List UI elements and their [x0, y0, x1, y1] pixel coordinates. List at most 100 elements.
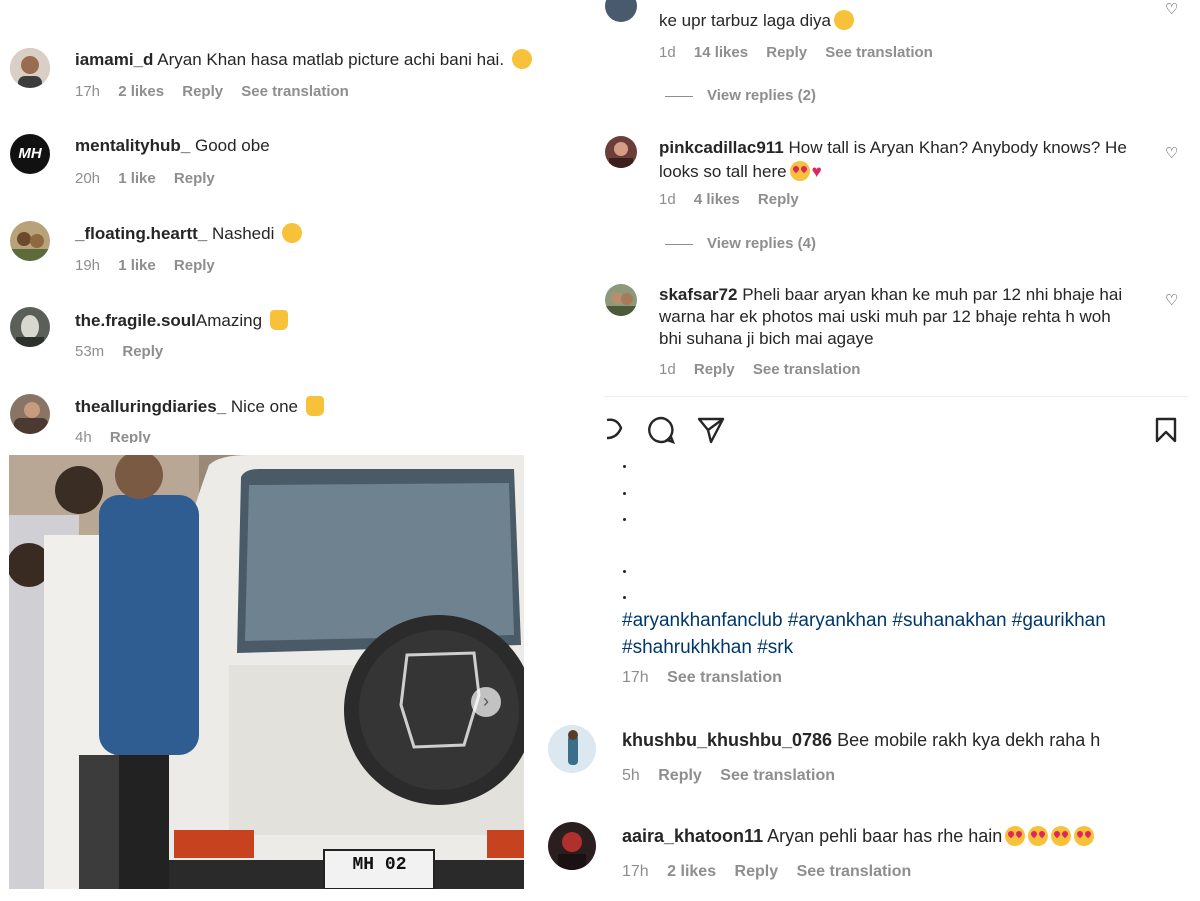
comment-likes[interactable]: 1 like	[118, 170, 156, 187]
avatar[interactable]	[10, 307, 50, 347]
hashtag-link[interactable]: #aryankhanfanclub #aryankhan #suhanakhan…	[622, 607, 1106, 634]
reply-button[interactable]: Reply	[735, 863, 779, 880]
comment-likes[interactable]: 1 like	[118, 257, 156, 274]
caption-time: 17h	[622, 669, 649, 686]
comment-username[interactable]: aaira_khatoon11	[622, 826, 763, 846]
avatar-image	[605, 136, 637, 168]
reply-button[interactable]: Reply	[174, 170, 215, 187]
see-translation-button[interactable]: See translation	[720, 767, 835, 784]
see-translation-button[interactable]: See translation	[241, 83, 349, 100]
comment-likes[interactable]: 4 likes	[694, 191, 740, 208]
comment-time: 19h	[75, 257, 101, 274]
avatar-image	[10, 394, 50, 434]
comment-time: 5h	[622, 767, 640, 784]
view-replies-button[interactable]: View replies (4)	[665, 235, 830, 252]
comment-text: looks so tall here	[659, 162, 787, 181]
caption-dot	[623, 518, 626, 521]
hashtag-link[interactable]: #shahrukhkhan #srk	[622, 634, 1106, 661]
comment-username[interactable]: pinkcadillac911	[659, 138, 784, 157]
see-translation-button[interactable]: See translation	[797, 863, 912, 880]
avatar[interactable]	[10, 48, 50, 88]
comment-text: Amazing	[195, 311, 263, 330]
license-plate: MH 02	[352, 855, 407, 875]
reply-button[interactable]: Reply	[174, 257, 215, 274]
comment-username[interactable]: thealluringdiaries_	[75, 397, 226, 416]
view-replies-button[interactable]: View replies (2)	[665, 87, 830, 104]
comment-meta: 1d Reply See translation	[659, 361, 874, 378]
reply-button[interactable]: Reply	[182, 83, 223, 100]
grin-emoji-icon	[511, 49, 532, 69]
reply-button[interactable]: Reply	[758, 191, 799, 208]
like-heart-icon[interactable]	[603, 416, 627, 442]
comment-username[interactable]: iamami_d	[75, 50, 153, 69]
comment-username[interactable]: the.fragile.soul	[75, 311, 196, 330]
comment-meta: 20h 1 like Reply	[75, 170, 229, 187]
avatar[interactable]	[605, 0, 637, 22]
comment-time: 17h	[622, 863, 649, 880]
grin-emoji-icon	[834, 10, 854, 30]
comment-text: Aryan pehli baar has rhe hain	[767, 826, 1003, 846]
see-translation-button[interactable]: See translation	[667, 669, 782, 686]
thumbs-up-emoji-icon	[269, 310, 288, 330]
comment-username[interactable]: khushbu_khushbu_0786	[622, 730, 832, 750]
see-translation-button[interactable]: See translation	[825, 44, 933, 61]
caption-meta: 17h See translation	[622, 669, 796, 687]
avatar[interactable]	[605, 284, 637, 316]
avatar-image	[605, 284, 637, 316]
avatar[interactable]: MH	[10, 134, 50, 174]
avatar-image	[548, 822, 596, 870]
carousel-next-button[interactable]: ›	[471, 687, 501, 717]
comment-text: Pheli baar aryan khan ke muh par 12 nhi …	[742, 285, 1123, 304]
avatar[interactable]	[548, 822, 596, 870]
avatar[interactable]	[10, 394, 50, 434]
avatar[interactable]	[548, 725, 596, 773]
comment-likes[interactable]: 2 likes	[667, 863, 716, 880]
comment-time: 4h	[75, 429, 92, 443]
reply-button[interactable]: Reply	[122, 343, 163, 360]
reply-button[interactable]: Reply	[658, 767, 702, 784]
divider-line	[665, 243, 693, 245]
red-heart-emoji-icon: ♥	[811, 162, 822, 181]
comment-text: ke upr tarbuz laga diya	[659, 10, 854, 31]
post-photo[interactable]: MH 02 ›	[9, 455, 524, 889]
avatar-initials: MH	[18, 145, 42, 162]
caption-hashtags: #aryankhanfanclub #aryankhan #suhanakhan…	[622, 607, 1106, 661]
comment-meta: 5h Reply See translation	[622, 767, 849, 785]
comment-meta: 53m Reply	[75, 343, 177, 360]
comment-meta: 1d 14 likes Reply See translation	[659, 44, 947, 61]
comment-likes[interactable]: 2 likes	[118, 83, 164, 100]
reply-button[interactable]: Reply	[694, 361, 735, 378]
comment-time: 1d	[659, 361, 676, 378]
comment-body: mentalityhub_ Good obe	[75, 136, 270, 156]
avatar[interactable]	[10, 221, 50, 261]
comment-time: 1d	[659, 44, 676, 61]
comment-time: 1d	[659, 191, 676, 208]
see-translation-button[interactable]: See translation	[753, 361, 861, 378]
comment-time: 17h	[75, 83, 101, 100]
bookmark-icon[interactable]	[1154, 416, 1178, 444]
divider-line	[665, 95, 693, 97]
caption-dot	[623, 492, 626, 495]
comment-text: bhi suhana ji bich mai agaye	[659, 329, 874, 348]
comment-body: iamami_d Aryan Khan hasa matlab picture …	[75, 49, 532, 70]
comment-username[interactable]: _floating.heartt_	[75, 224, 207, 243]
like-heart-icon[interactable]: ♡	[1165, 0, 1178, 18]
like-heart-icon[interactable]: ♡	[1165, 291, 1178, 309]
reply-button[interactable]: Reply	[110, 429, 151, 443]
comment-body: the.fragile.soulAmazing	[75, 310, 288, 331]
like-heart-icon[interactable]: ♡	[1165, 144, 1178, 162]
reply-button[interactable]: Reply	[766, 44, 807, 61]
comment-meta: 4h Reply	[75, 429, 165, 443]
divider	[604, 396, 1188, 397]
thumbs-up-emoji-icon	[305, 396, 324, 416]
comment-meta: 19h 1 like Reply	[75, 257, 229, 274]
comment-icon[interactable]	[646, 415, 676, 445]
comment-username[interactable]: skafsar72	[659, 285, 737, 304]
caption-dot	[623, 465, 626, 468]
dizzy-face-emoji-icon	[282, 223, 303, 243]
share-icon[interactable]	[696, 415, 726, 445]
comment-likes[interactable]: 14 likes	[694, 44, 748, 61]
avatar[interactable]	[605, 136, 637, 168]
comment-username[interactable]: mentalityhub_	[75, 136, 190, 155]
avatar-image	[10, 221, 50, 261]
